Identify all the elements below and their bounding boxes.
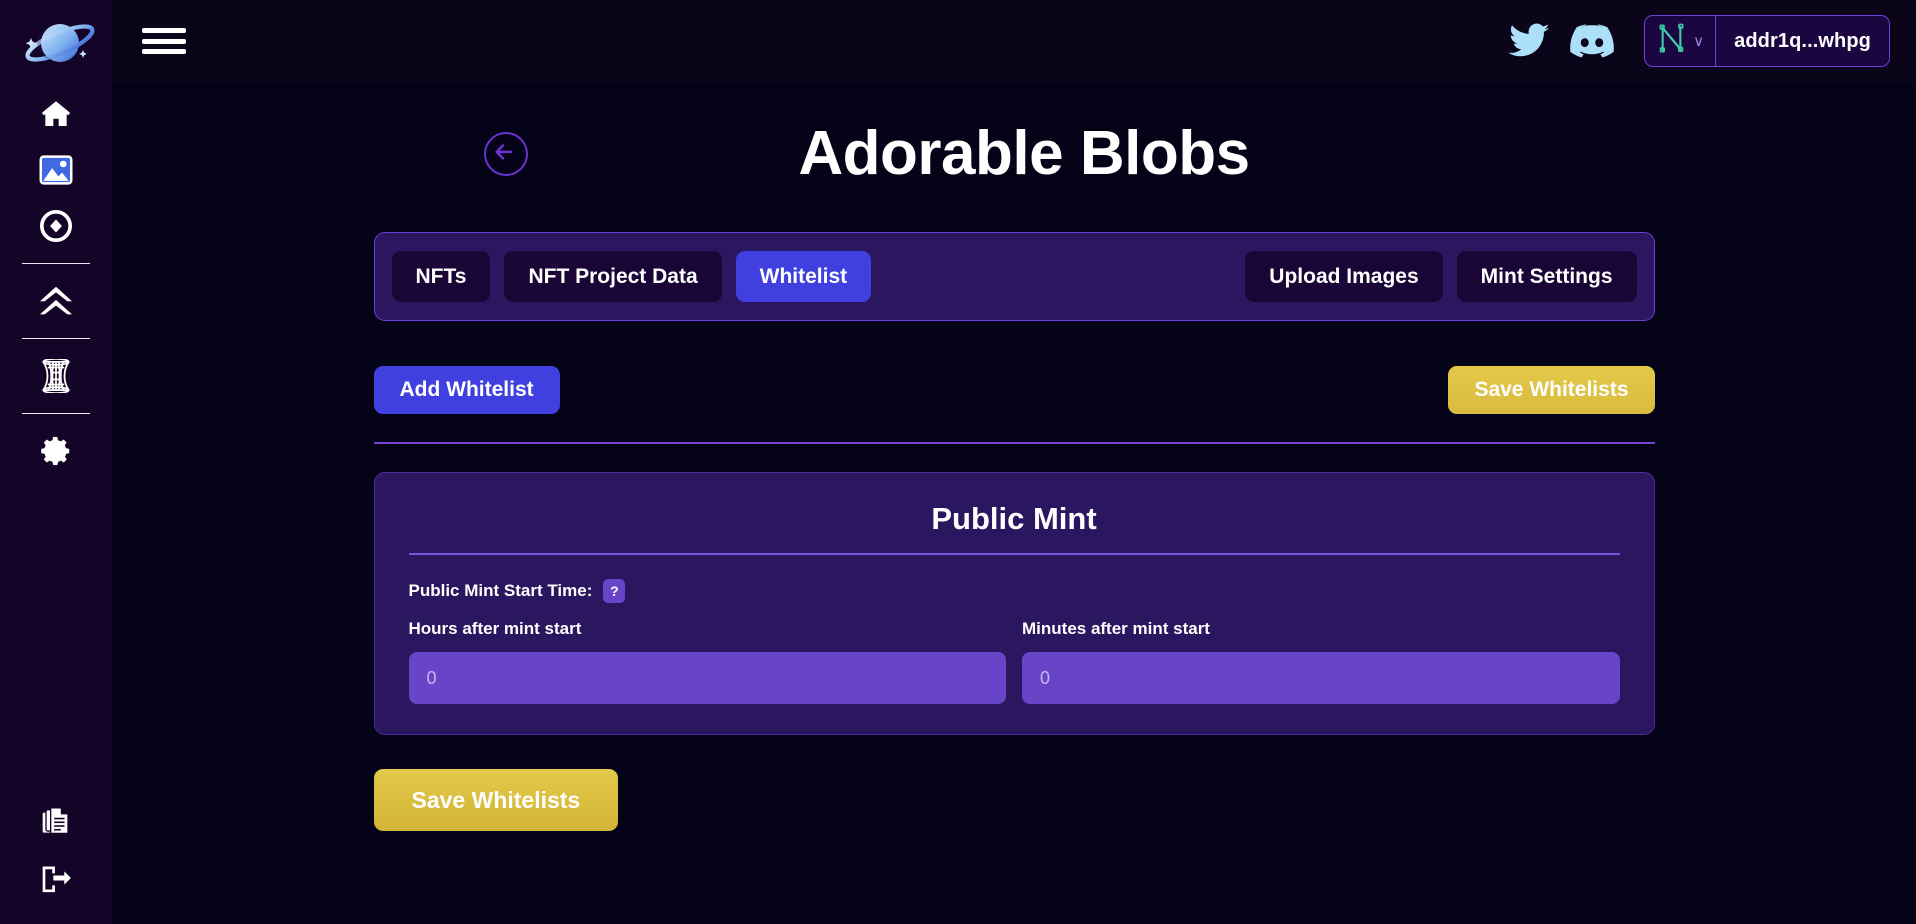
tab-whitelist[interactable]: Whitelist (735, 251, 872, 302)
sidebar-divider-1 (22, 263, 90, 264)
twitter-icon[interactable] (1508, 23, 1550, 59)
hours-input[interactable] (408, 652, 1006, 704)
chevron-down-icon: ∨ (1693, 32, 1705, 50)
minutes-field-group: Minutes after mint start (1022, 619, 1620, 704)
wormhole-icon (36, 359, 76, 393)
public-mint-start-time-row: Public Mint Start Time: ? (409, 579, 1620, 603)
footer-actions: Save Whitelists (373, 769, 1655, 831)
page-title: Adorable Blobs (798, 118, 1250, 188)
help-icon[interactable]: ? (603, 579, 626, 603)
sidebar-item-logout[interactable] (0, 850, 112, 906)
public-mint-start-time-label: Public Mint Start Time: (408, 581, 593, 600)
sidebar-item-settings[interactable] (0, 423, 112, 479)
minutes-label: Minutes after mint start (1022, 619, 1210, 638)
hours-field-group: Hours after mint start (408, 619, 1006, 704)
hamburger-bar-1 (142, 28, 186, 33)
image-icon (39, 155, 73, 185)
tab-upload-images[interactable]: Upload Images (1245, 251, 1443, 302)
topbar: ∨ addr1q...whpg (112, 0, 1916, 82)
actions-row: Add Whitelist Save Whitelists (373, 366, 1655, 414)
tab-nfts[interactable]: NFTs (391, 251, 491, 302)
add-whitelist-button[interactable]: Add Whitelist (373, 366, 560, 414)
wallet-button[interactable]: ∨ addr1q...whpg (1644, 15, 1890, 67)
sidebar-divider-3 (22, 413, 90, 414)
public-mint-card: Public Mint Public Mint Start Time: ? Ho… (373, 472, 1655, 735)
sidebar-item-explore[interactable] (0, 198, 112, 254)
sidebar-item-gallery[interactable] (0, 142, 112, 198)
content-area: Adorable Blobs NFTs NFT Project Data Whi… (112, 82, 1916, 831)
app-root: ∨ addr1q...whpg Adorable Blobs NFTs NFT … (0, 0, 1916, 924)
wallet-address: addr1q...whpg (1734, 29, 1871, 52)
save-whitelists-button-top[interactable]: Save Whitelists (1448, 366, 1655, 414)
sidebar-item-upgrade[interactable] (0, 273, 112, 329)
chevrons-up-icon (38, 285, 74, 317)
sidebar-bottom-nav (0, 794, 112, 924)
public-mint-title: Public Mint (931, 501, 1097, 536)
planet-logo[interactable] (0, 0, 112, 86)
back-button[interactable] (484, 132, 528, 176)
hamburger-bar-2 (142, 38, 186, 44)
sidebar-item-docs[interactable] (0, 794, 112, 850)
documents-icon (40, 806, 72, 838)
section-divider (373, 442, 1655, 444)
discord-icon[interactable] (1570, 23, 1614, 59)
tab-bar: NFTs NFT Project Data Whitelist Upload I… (373, 232, 1655, 321)
arrow-left-icon (495, 142, 517, 167)
page-header: Adorable Blobs (112, 82, 1916, 194)
sidebar-divider-2 (22, 338, 90, 339)
compass-icon (39, 209, 73, 243)
home-icon (38, 98, 74, 130)
tab-nft-project-data[interactable]: NFT Project Data (504, 251, 722, 302)
mint-time-inputs: Hours after mint start Minutes after min… (408, 619, 1620, 704)
logout-icon (40, 863, 72, 893)
save-whitelists-button-bottom[interactable]: Save Whitelists (373, 769, 619, 831)
wallet-provider[interactable]: ∨ (1645, 16, 1717, 66)
hours-label: Hours after mint start (408, 619, 582, 638)
hamburger-icon[interactable] (142, 24, 186, 58)
sidebar-item-wormhole[interactable] (0, 348, 112, 404)
gear-icon (39, 434, 73, 468)
sidebar-nav (0, 86, 112, 479)
sidebar (0, 0, 112, 924)
nami-wallet-icon (1658, 23, 1685, 59)
main-pane: ∨ addr1q...whpg Adorable Blobs NFTs NFT … (112, 0, 1916, 924)
minutes-input[interactable] (1022, 652, 1620, 704)
hamburger-bar-3 (142, 49, 186, 54)
card-title-divider (408, 553, 1620, 555)
tab-mint-settings[interactable]: Mint Settings (1456, 251, 1637, 302)
sidebar-item-home[interactable] (0, 86, 112, 142)
